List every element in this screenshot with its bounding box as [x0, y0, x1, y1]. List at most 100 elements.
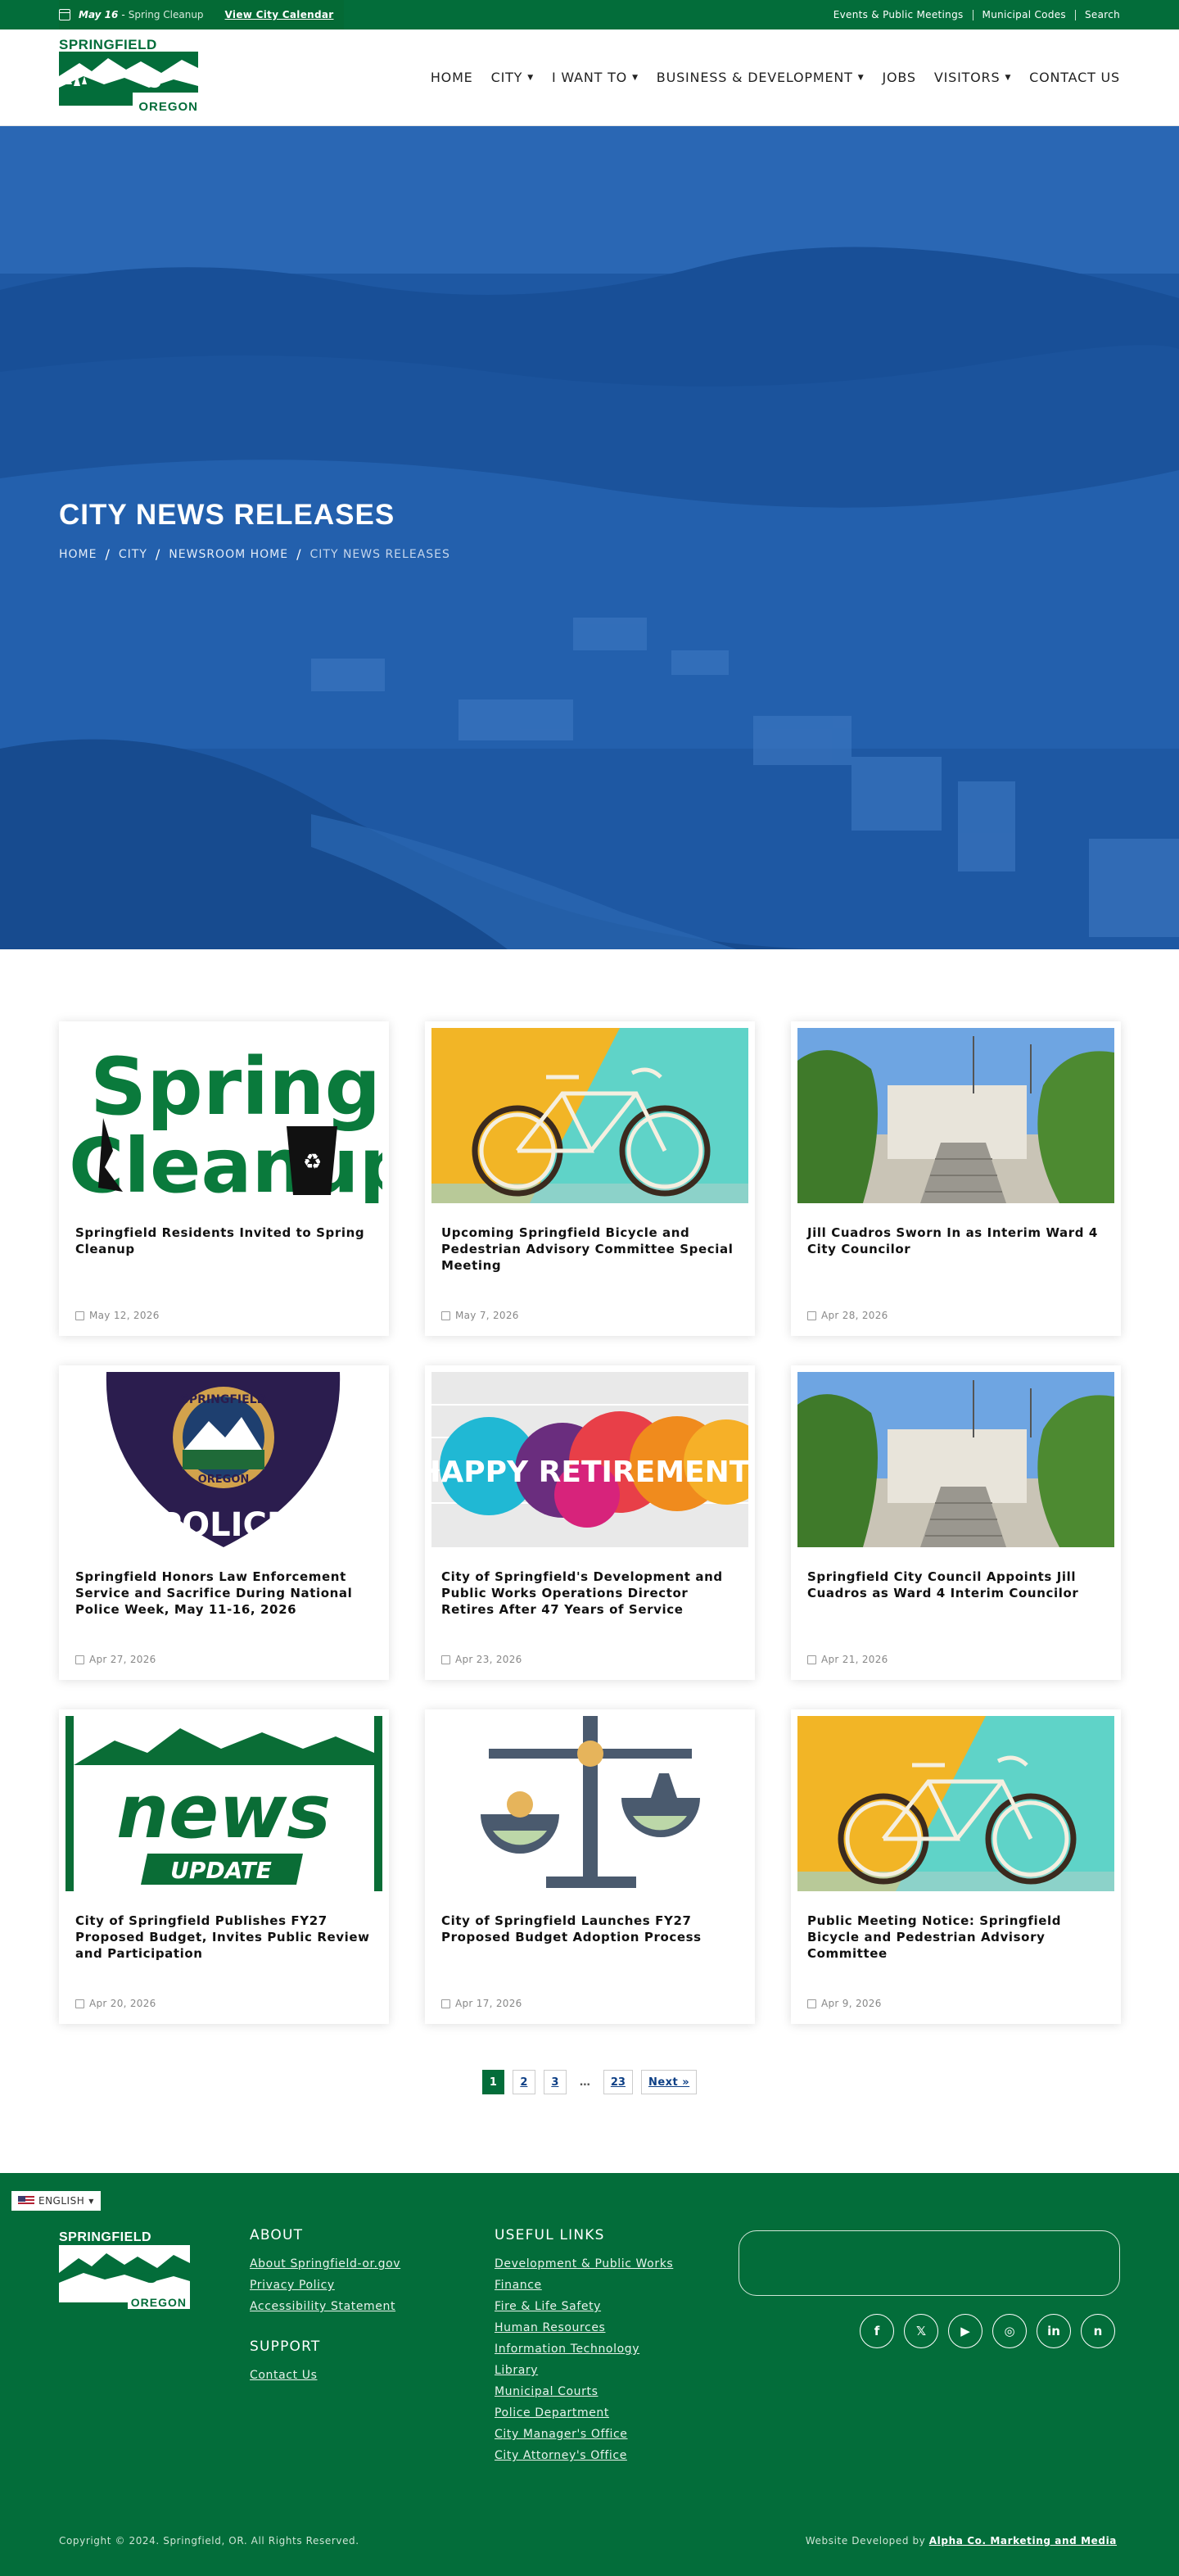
- nav-i-want-to[interactable]: I WANT TO ▼: [552, 70, 639, 85]
- news-card[interactable]: SPRINGFIELD OREGON POLICE Springfield Ho…: [59, 1365, 389, 1680]
- chevron-down-icon: ▼: [527, 73, 534, 82]
- card-title[interactable]: Jill Cuadros Sworn In as Interim Ward 4 …: [807, 1225, 1104, 1257]
- hero-banner: CITY NEWS RELEASES HOME / CITY / NEWSROO…: [0, 126, 1179, 949]
- news-card[interactable]: City of Springfield Launches FY27 Propos…: [425, 1709, 755, 2024]
- card-date: Apr 23, 2026: [441, 1654, 522, 1665]
- footer-link[interactable]: Information Technology: [495, 2338, 673, 2360]
- city-hall-graphic: [797, 1028, 1114, 1203]
- scales-graphic: [431, 1716, 748, 1891]
- footer-link[interactable]: About Springfield-or.gov: [250, 2253, 400, 2275]
- springfield-logo[interactable]: SPRINGFIELD OREGON: [59, 37, 198, 119]
- city-hall-thumbnail[interactable]: [797, 1028, 1114, 1203]
- card-title[interactable]: City of Springfield's Development and Pu…: [441, 1569, 739, 1618]
- news-card[interactable]: Springfield City Council Appoints Jill C…: [791, 1365, 1121, 1680]
- page-1[interactable]: 1: [481, 2070, 504, 2094]
- card-title[interactable]: City of Springfield Publishes FY27 Propo…: [75, 1913, 373, 1962]
- footer-link[interactable]: Police Department: [495, 2402, 673, 2424]
- news-update-graphic: news UPDATE: [66, 1716, 382, 1891]
- card-image-text: news: [116, 1769, 331, 1855]
- card-title[interactable]: Springfield City Council Appoints Jill C…: [807, 1569, 1104, 1601]
- spring-cleanup-thumbnail[interactable]: Spring Cleanup ♻: [66, 1028, 382, 1203]
- footer-link[interactable]: City Attorney's Office: [495, 2445, 673, 2466]
- news-card[interactable]: HAPPY RETIREMENT! City of Springfield's …: [425, 1365, 755, 1680]
- calendar-icon: [807, 1655, 816, 1664]
- retirement-thumbnail[interactable]: HAPPY RETIREMENT!: [431, 1372, 748, 1547]
- svg-text:♻: ♻: [303, 1150, 322, 1175]
- news-card[interactable]: Spring Cleanup ♻ Springfield Residents I…: [59, 1021, 389, 1336]
- footer-link[interactable]: Development & Public Works: [495, 2253, 673, 2275]
- card-image-text: OREGON: [198, 1474, 250, 1486]
- linkedin-icon[interactable]: in: [1037, 2314, 1071, 2348]
- footer-support-heading: SUPPORT: [250, 2338, 321, 2355]
- card-image-text: Spring: [90, 1041, 381, 1133]
- police-badge-thumbnail[interactable]: SPRINGFIELD OREGON POLICE: [66, 1372, 382, 1547]
- footer-link[interactable]: Privacy Policy: [250, 2275, 400, 2296]
- breadcrumb-separator: /: [296, 546, 302, 562]
- card-title[interactable]: City of Springfield Launches FY27 Propos…: [441, 1913, 739, 1945]
- nav-contact-us[interactable]: CONTACT US: [1029, 70, 1120, 85]
- card-title[interactable]: Springfield Honors Law Enforcement Servi…: [75, 1569, 373, 1618]
- footer-link[interactable]: Contact Us: [250, 2365, 400, 2386]
- page-last[interactable]: 23: [603, 2070, 633, 2094]
- calendar-icon: [59, 9, 70, 20]
- news-card[interactable]: Jill Cuadros Sworn In as Interim Ward 4 …: [791, 1021, 1121, 1336]
- card-date-text: Apr 20, 2026: [89, 1998, 156, 2009]
- bicycle-thumbnail[interactable]: [431, 1028, 748, 1203]
- footer-link[interactable]: Fire & Life Safety: [495, 2296, 673, 2317]
- municipal-codes-link[interactable]: Municipal Codes: [972, 9, 1075, 20]
- page-2[interactable]: 2: [512, 2070, 535, 2094]
- events-meetings-link[interactable]: Events & Public Meetings: [824, 9, 973, 20]
- news-card[interactable]: Upcoming Springfield Bicycle and Pedestr…: [425, 1021, 755, 1336]
- breadcrumb-current: CITY NEWS RELEASES: [309, 547, 450, 561]
- calendar-icon: [807, 1311, 816, 1320]
- footer-link[interactable]: Municipal Courts: [495, 2381, 673, 2402]
- calendar-icon: [75, 1311, 84, 1320]
- city-hall-thumbnail[interactable]: [797, 1372, 1114, 1547]
- news-card[interactable]: news UPDATE City of Springfield Publishe…: [59, 1709, 389, 2024]
- footer-search-box[interactable]: [739, 2230, 1120, 2296]
- x-icon[interactable]: 𝕏: [904, 2314, 938, 2348]
- nav-city[interactable]: CITY ▼: [491, 70, 534, 85]
- news-update-thumbnail[interactable]: news UPDATE: [66, 1716, 382, 1891]
- instagram-icon[interactable]: ◎: [992, 2314, 1027, 2348]
- news-card[interactable]: Public Meeting Notice: Springfield Bicyc…: [791, 1709, 1121, 2024]
- nav-home[interactable]: HOME: [431, 70, 473, 85]
- page-title: CITY NEWS RELEASES: [59, 499, 395, 531]
- city-hall-graphic: [797, 1372, 1114, 1547]
- breadcrumb-newsroom[interactable]: NEWSROOM HOME: [169, 548, 288, 561]
- caret-down-icon: ▼: [88, 2197, 94, 2205]
- card-title[interactable]: Upcoming Springfield Bicycle and Pedestr…: [441, 1225, 739, 1274]
- pagination: 1 2 3 … 23 Next »: [0, 2070, 1179, 2094]
- youtube-icon[interactable]: ▶: [948, 2314, 982, 2348]
- card-title[interactable]: Springfield Residents Invited to Spring …: [75, 1225, 373, 1257]
- card-date-text: Apr 17, 2026: [455, 1998, 522, 2009]
- nextdoor-icon[interactable]: n: [1081, 2314, 1115, 2348]
- breadcrumb-city[interactable]: CITY: [119, 548, 147, 561]
- card-title[interactable]: Public Meeting Notice: Springfield Bicyc…: [807, 1913, 1104, 1962]
- footer-link[interactable]: Human Resources: [495, 2317, 673, 2338]
- footer-link[interactable]: Library: [495, 2360, 673, 2381]
- facebook-icon[interactable]: f: [860, 2314, 894, 2348]
- nav-visitors[interactable]: VISITORS ▼: [934, 70, 1011, 85]
- nav-label: I WANT TO: [551, 70, 628, 85]
- next-page-link[interactable]: Next »: [640, 2070, 698, 2094]
- budget-scales-thumbnail[interactable]: [431, 1716, 748, 1891]
- footer-link[interactable]: Finance: [495, 2275, 673, 2296]
- card-date-text: May 12, 2026: [89, 1310, 160, 1321]
- nav-label: CITY: [490, 70, 523, 85]
- breadcrumb-home[interactable]: HOME: [59, 548, 97, 561]
- footer-link[interactable]: Accessibility Statement: [250, 2296, 400, 2317]
- copyright: Copyright © 2024. Springfield, OR. All R…: [59, 2535, 359, 2547]
- news-grid: Spring Cleanup ♻ Springfield Residents I…: [0, 949, 1179, 2024]
- page-3[interactable]: 3: [543, 2070, 567, 2094]
- footer-link[interactable]: City Manager's Office: [495, 2424, 673, 2445]
- footer-logo[interactable]: SPRINGFIELD OREGON: [59, 2230, 190, 2309]
- nav-jobs[interactable]: JOBS: [882, 70, 915, 85]
- nav-business-development[interactable]: BUSINESS & DEVELOPMENT ▼: [657, 70, 865, 85]
- bicycle-thumbnail[interactable]: [797, 1716, 1114, 1891]
- view-calendar-link[interactable]: View City Calendar: [225, 9, 334, 20]
- developer-link[interactable]: Alpha Co. Marketing and Media: [929, 2535, 1117, 2547]
- language-selector[interactable]: ENGLISH ▼: [11, 2191, 101, 2211]
- logo-text-oregon: OREGON: [138, 99, 198, 114]
- search-link[interactable]: Search: [1074, 9, 1120, 20]
